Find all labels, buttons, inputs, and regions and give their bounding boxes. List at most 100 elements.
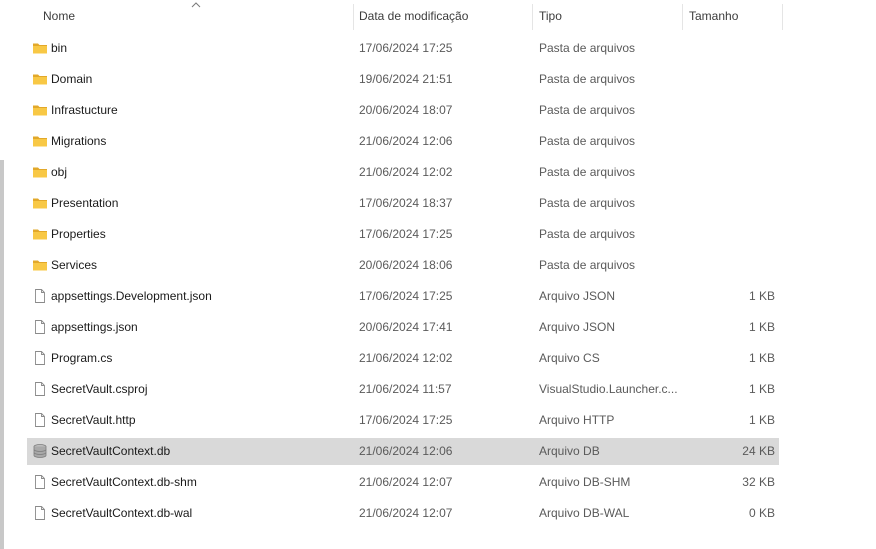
file-icon [35, 506, 45, 520]
folder-icon [33, 43, 47, 54]
file-date-modified: 20/06/2024 17:41 [359, 320, 453, 334]
file-date-modified: 21/06/2024 12:02 [359, 351, 453, 365]
file-type: Pasta de arquivos [539, 103, 636, 117]
file-name: SecretVaultContext.db-shm [51, 475, 197, 489]
file-size [687, 221, 775, 248]
folder-icon [33, 167, 47, 178]
file-name: Presentation [51, 196, 119, 210]
file-row[interactable]: SecretVault.http 17/06/2024 17:25 Arquivo … [27, 407, 779, 434]
folder-icon [33, 136, 47, 147]
file-name: SecretVaultContext.db [51, 444, 171, 458]
file-row[interactable]: bin 17/06/2024 17:25 Pasta de arquivos [27, 35, 779, 62]
file-type: Arquivo DB [539, 444, 600, 458]
file-size [687, 35, 775, 62]
file-size: 1 KB [748, 413, 775, 427]
file-size: 0 KB [748, 506, 775, 520]
file-size [687, 97, 775, 124]
file-row[interactable]: Services 20/06/2024 18:06 Pasta de arquivo… [27, 252, 779, 279]
column-header-type[interactable]: Tipo [534, 0, 682, 32]
file-name: Domain [51, 72, 93, 86]
file-type: Arquivo DB-SHM [539, 475, 631, 489]
file-date-modified: 17/06/2024 17:25 [359, 41, 453, 55]
file-size [687, 66, 775, 93]
column-header-bar: Nome Data de modificação Tipo Tamanho [4, 0, 876, 32]
file-name: SecretVault.http [51, 413, 136, 427]
file-date-modified: 17/06/2024 18:37 [359, 196, 453, 210]
file-type: Arquivo HTTP [539, 413, 615, 427]
column-divider[interactable] [682, 4, 683, 30]
file-row[interactable]: SecretVaultContext.db-wal 21/06/2024 12:0… [27, 500, 779, 527]
file-name: Program.cs [51, 351, 113, 365]
file-size: 1 KB [748, 320, 775, 334]
column-header-name[interactable]: Nome [38, 0, 353, 32]
file-size [687, 190, 775, 217]
file-date-modified: 19/06/2024 21:51 [359, 72, 453, 86]
file-type: Pasta de arquivos [539, 258, 636, 272]
file-size: 1 KB [748, 289, 775, 303]
file-size [687, 159, 775, 186]
file-row[interactable]: Infrastucture 20/06/2024 18:07 Pasta de ar… [27, 97, 779, 124]
column-header-size[interactable]: Tamanho [684, 0, 782, 32]
folder-icon [33, 105, 47, 116]
file-name: Services [51, 258, 98, 272]
file-size: 1 KB [748, 351, 775, 365]
database-icon [33, 444, 47, 458]
file-name: appsettings.json [51, 320, 138, 334]
file-date-modified: 21/06/2024 12:02 [359, 165, 453, 179]
file-row[interactable]: Presentation 17/06/2024 18:37 Pasta de arq… [27, 190, 779, 217]
file-type: Pasta de arquivos [539, 165, 636, 179]
file-name: SecretVaultContext.db-wal [51, 506, 193, 520]
file-type: Pasta de arquivos [539, 72, 636, 86]
file-icon [35, 475, 45, 489]
file-type: Arquivo CS [539, 351, 600, 365]
column-divider[interactable] [782, 4, 783, 30]
file-date-modified: 20/06/2024 18:06 [359, 258, 453, 272]
file-row[interactable]: SecretVaultContext.db-shm 21/06/2024 12:0… [27, 469, 779, 496]
file-icon [35, 289, 45, 303]
file-row[interactable]: appsettings.Development.json 17/06/2024 1… [27, 283, 779, 310]
file-row[interactable]: Program.cs 21/06/2024 12:02 Arquivo CS 1 KB [27, 345, 779, 372]
file-date-modified: 21/06/2024 11:57 [359, 382, 452, 396]
file-date-modified: 17/06/2024 17:25 [359, 413, 453, 427]
file-name: SecretVault.csproj [51, 382, 148, 396]
file-name: Properties [51, 227, 106, 241]
file-row[interactable]: SecretVaultContext.db 21/06/2024 12:06 Arq… [27, 438, 779, 465]
file-explorer-window: Nome Data de modificação Tipo Tamanho bi… [0, 0, 876, 549]
file-type: Pasta de arquivos [539, 196, 636, 210]
file-icon [35, 351, 45, 365]
file-type: Arquivo DB-WAL [539, 506, 630, 520]
column-header-date[interactable]: Data de modificação [354, 0, 532, 32]
file-row[interactable]: Domain 19/06/2024 21:51 Pasta de arquivos [27, 66, 779, 93]
file-icon [35, 382, 45, 396]
file-date-modified: 17/06/2024 17:25 [359, 289, 453, 303]
file-name: bin [51, 41, 68, 55]
file-type: Pasta de arquivos [539, 134, 636, 148]
folder-icon [33, 229, 47, 240]
left-pane-scrollbar[interactable] [0, 160, 4, 549]
file-type: Arquivo JSON [539, 320, 616, 334]
file-date-modified: 21/06/2024 12:06 [359, 134, 453, 148]
file-type: VisualStudio.Launcher.c... [539, 382, 678, 396]
file-type: Arquivo JSON [539, 289, 616, 303]
file-date-modified: 21/06/2024 12:07 [359, 506, 453, 520]
file-name: appsettings.Development.json [51, 289, 212, 303]
file-date-modified: 17/06/2024 17:25 [359, 227, 453, 241]
folder-icon [33, 260, 47, 271]
file-name: obj [51, 165, 68, 179]
file-date-modified: 21/06/2024 12:07 [359, 475, 453, 489]
file-row[interactable]: Migrations 21/06/2024 12:06 Pasta de arqui… [27, 128, 779, 155]
file-size: 32 KB [742, 475, 775, 489]
file-row[interactable]: obj 21/06/2024 12:02 Pasta de arquivos [27, 159, 779, 186]
file-size: 24 KB [742, 444, 775, 458]
file-row[interactable]: SecretVault.csproj 21/06/2024 11:57 Visual… [27, 376, 779, 403]
file-size [687, 128, 775, 155]
file-type: Pasta de arquivos [539, 227, 636, 241]
file-date-modified: 21/06/2024 12:06 [359, 444, 453, 458]
column-divider[interactable] [532, 4, 533, 30]
file-name: Infrastucture [51, 103, 118, 117]
file-row[interactable]: Properties 17/06/2024 17:25 Pasta de arqui… [27, 221, 779, 248]
file-row[interactable]: appsettings.json 20/06/2024 17:41 Arquivo … [27, 314, 779, 341]
file-size: 1 KB [748, 382, 775, 396]
file-size [687, 252, 775, 279]
file-icon [35, 413, 45, 427]
